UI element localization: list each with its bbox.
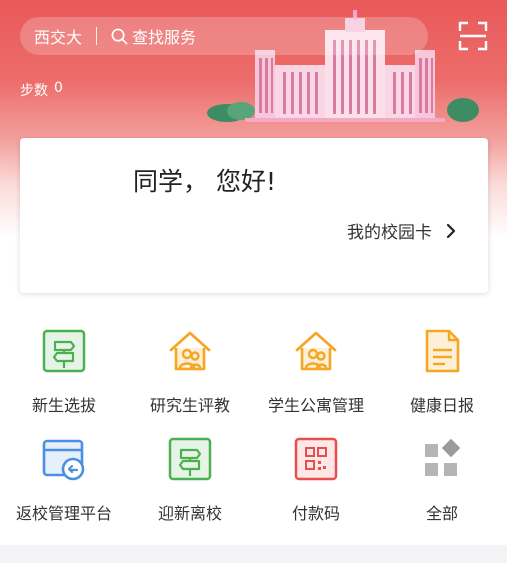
campus-card-link[interactable]: 我的校园卡: [347, 218, 456, 243]
service-label: 学生公寓管理: [267, 396, 364, 415]
qr-code-icon: [294, 437, 338, 481]
steps-label: 步数: [20, 83, 48, 99]
search-divider: [96, 27, 98, 45]
service-item-freshman-selection[interactable]: 新生选拔: [1, 328, 127, 416]
step-counter: 步数 0: [20, 80, 63, 100]
document-icon: [425, 329, 460, 373]
service-item-grad-evaluation[interactable]: 研究生评教: [127, 328, 253, 416]
service-label: 付款码: [291, 504, 340, 523]
service-label: 新生选拔: [31, 396, 96, 415]
search-placeholder[interactable]: 查找服务: [132, 24, 196, 48]
service-item-dorm-management[interactable]: 学生公寓管理: [253, 328, 379, 416]
greeting-text: 同学， 您好!: [133, 167, 276, 196]
user-card: 同学， 您好! 我的校园卡: [20, 138, 488, 293]
house-people-icon: [169, 331, 211, 371]
signpost-icon: [42, 329, 86, 373]
steps-value: 0: [54, 80, 63, 96]
search-bar[interactable]: 西交大 查找服务: [20, 17, 428, 55]
service-item-health-report[interactable]: 健康日报: [379, 328, 505, 416]
calendar-return-icon: [42, 439, 85, 481]
service-item-welcome-leave[interactable]: 迎新离校: [127, 436, 253, 524]
campus-card-label: 我的校园卡: [347, 223, 432, 243]
signpost-icon: [168, 437, 212, 481]
service-item-payment-code[interactable]: 付款码: [253, 436, 379, 524]
service-label: 研究生评教: [149, 396, 230, 415]
service-label: 全部: [425, 504, 458, 523]
chevron-right-icon: [446, 223, 456, 238]
service-label: 迎新离校: [157, 504, 222, 523]
bottom-divider: [0, 545, 507, 563]
search-icon: [111, 28, 128, 44]
all-apps-icon: [425, 438, 461, 476]
service-label: 健康日报: [409, 396, 474, 415]
service-label: 返校管理平台: [15, 504, 112, 523]
service-item-return-platform[interactable]: 返校管理平台: [1, 436, 127, 524]
scan-icon[interactable]: [458, 21, 488, 51]
house-people-icon: [295, 331, 337, 371]
school-name[interactable]: 西交大: [34, 24, 82, 48]
service-item-all[interactable]: 全部: [379, 436, 505, 524]
